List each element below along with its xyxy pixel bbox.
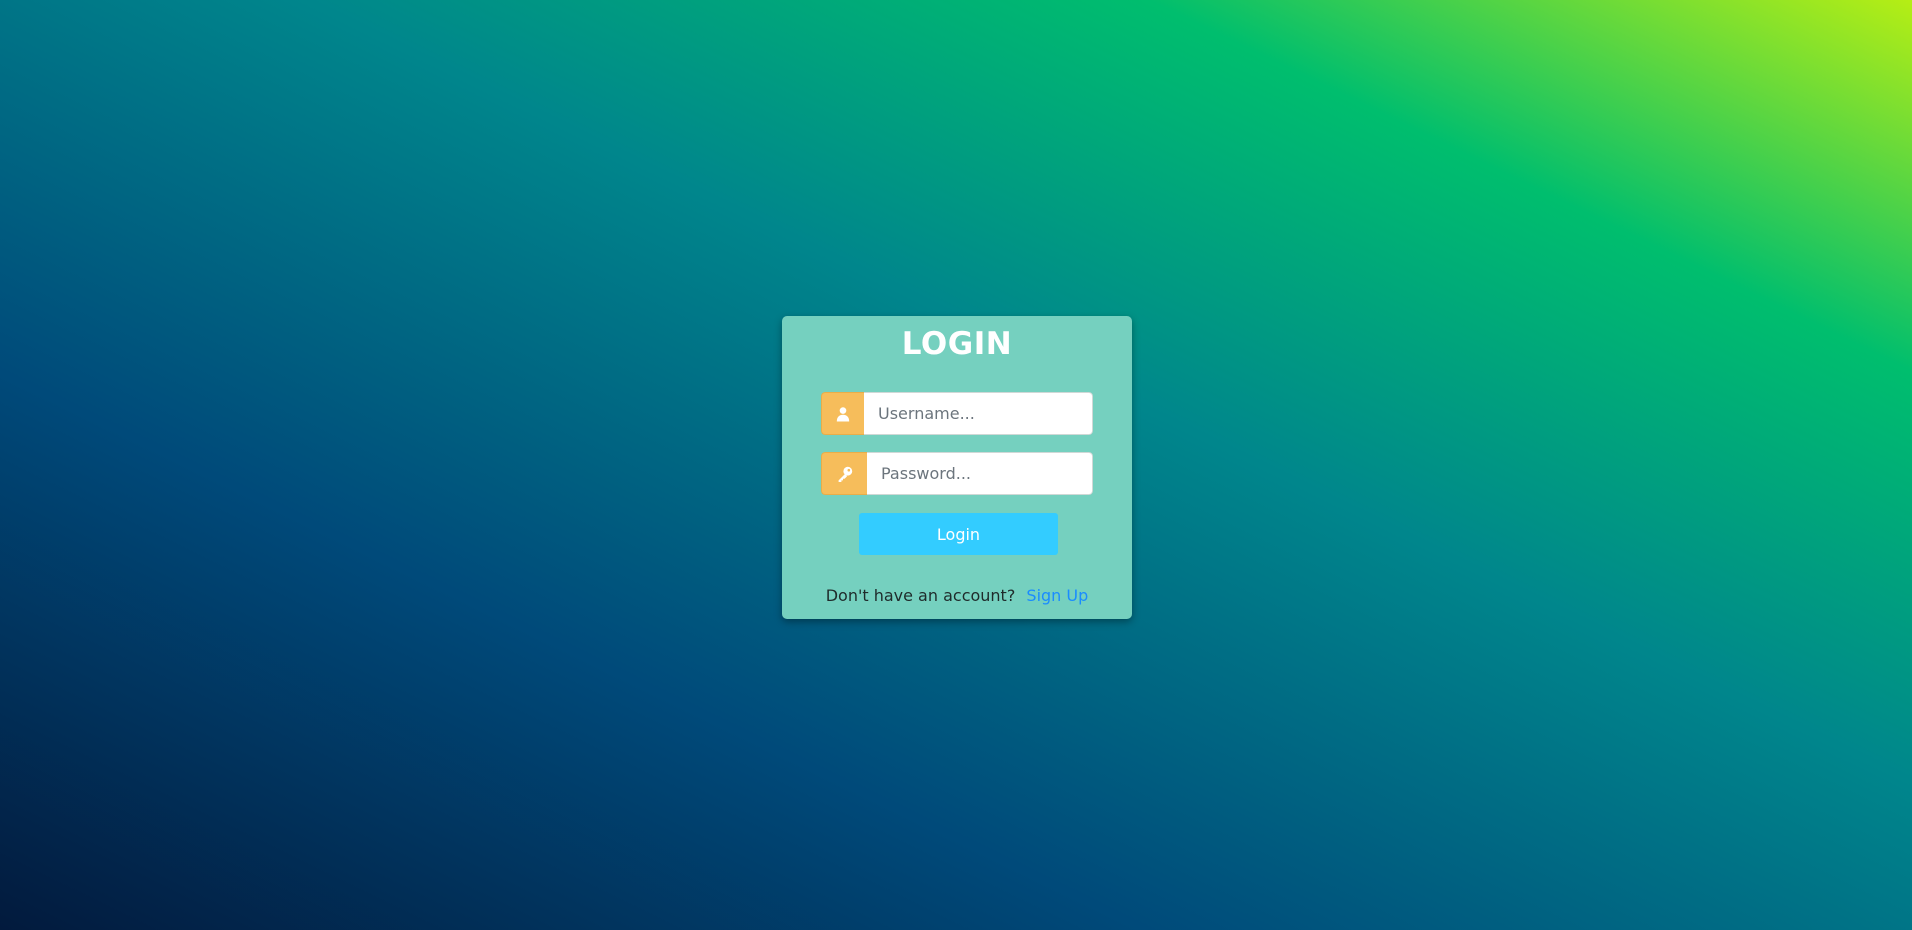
password-field-group [821, 452, 1093, 495]
login-card: LOGIN Login Don't have an account? Sign … [782, 316, 1132, 619]
signup-link[interactable]: Sign Up [1026, 586, 1088, 605]
username-field-group [821, 392, 1093, 435]
key-icon [821, 452, 867, 495]
login-title: LOGIN [901, 326, 1013, 362]
signup-row: Don't have an account? Sign Up [782, 586, 1132, 605]
signup-prompt: Don't have an account? [825, 586, 1016, 605]
username-input[interactable] [864, 392, 1093, 435]
password-input[interactable] [867, 452, 1093, 495]
login-button[interactable]: Login [859, 513, 1058, 555]
user-icon [821, 392, 864, 435]
